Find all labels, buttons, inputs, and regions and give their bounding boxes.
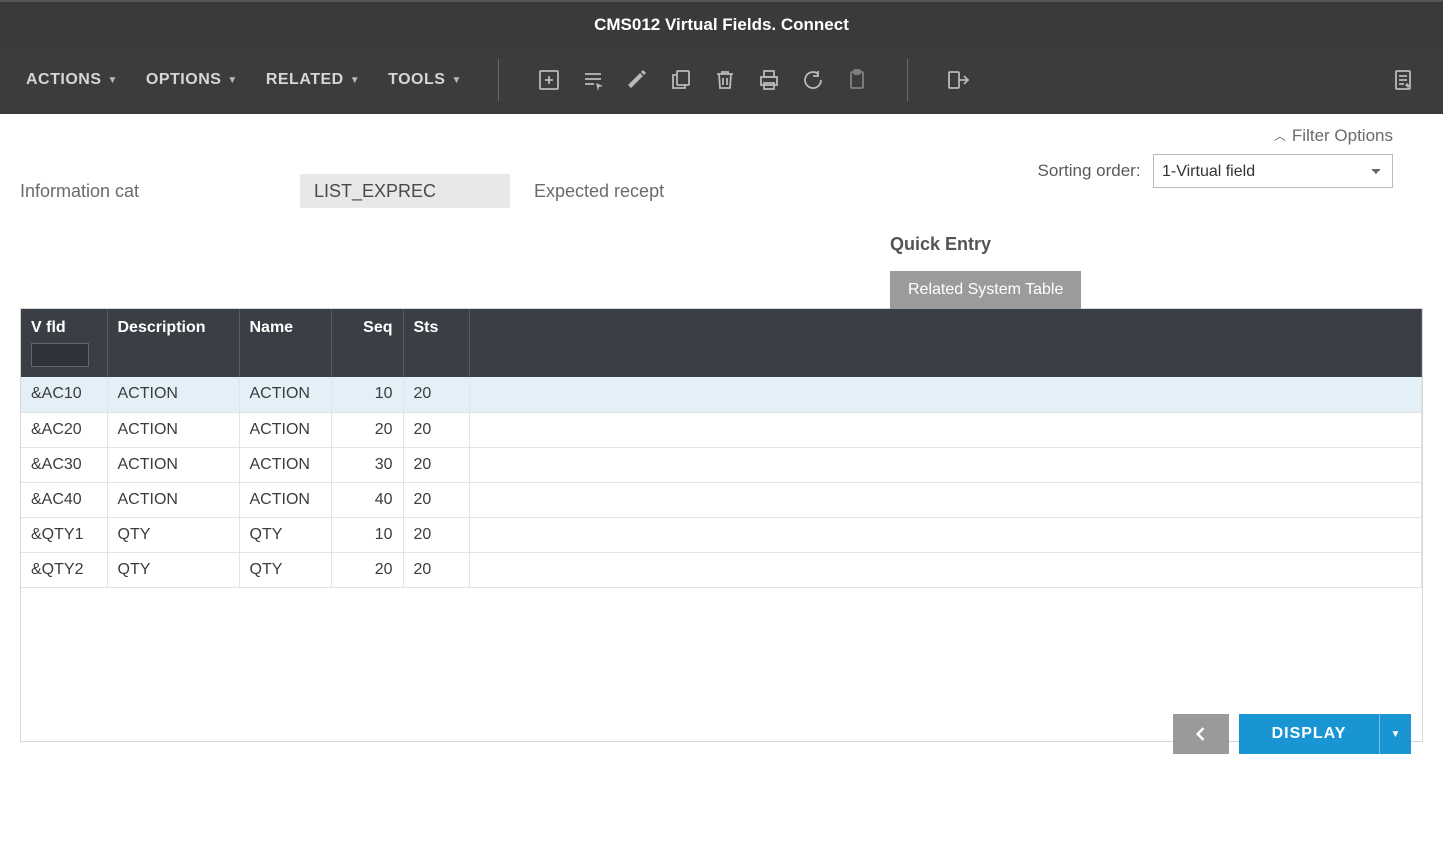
cell-vfld: &QTY2 <box>21 552 107 587</box>
toolbar-icons <box>535 66 871 94</box>
prev-button[interactable] <box>1173 714 1229 754</box>
cell-vfld: &AC20 <box>21 412 107 447</box>
menu-actions[interactable]: ACTIONS▼ <box>26 71 118 89</box>
col-header-vfld[interactable]: V fld <box>21 309 107 377</box>
caret-down-icon: ▼ <box>350 75 360 86</box>
cell-rest <box>469 447 1422 482</box>
toolbar-icons-2 <box>944 66 972 94</box>
filter-input-vfld[interactable] <box>31 343 89 367</box>
cell-vfld: &AC40 <box>21 482 107 517</box>
table-row[interactable]: &AC30ACTIONACTION3020 <box>21 447 1422 482</box>
logout-icon[interactable] <box>944 66 972 94</box>
table-row[interactable]: &AC40ACTIONACTION4020 <box>21 482 1422 517</box>
col-header-desc[interactable]: Description <box>107 309 239 377</box>
information-cat-label: Information cat <box>20 181 280 202</box>
caret-down-icon: ▼ <box>227 75 237 86</box>
cell-sts: 20 <box>403 447 469 482</box>
chevron-left-icon <box>1191 724 1211 744</box>
content-area: ︿Filter Options Sorting order: 1-Virtual… <box>0 114 1443 754</box>
cell-sts: 20 <box>403 517 469 552</box>
cell-desc: QTY <box>107 517 239 552</box>
display-dropdown-button[interactable]: ▼ <box>1379 714 1411 754</box>
col-header-name[interactable]: Name <box>239 309 331 377</box>
cell-desc: QTY <box>107 552 239 587</box>
window-title: CMS012 Virtual Fields. Connect <box>594 15 849 34</box>
col-header-sts[interactable]: Sts <box>403 309 469 377</box>
sorting-order-select[interactable]: 1-Virtual field <box>1153 154 1393 188</box>
cell-seq: 10 <box>331 377 403 412</box>
sorting-order-label: Sorting order: <box>1038 161 1141 180</box>
table-row[interactable]: &QTY2QTYQTY2020 <box>21 552 1422 587</box>
menu-options[interactable]: OPTIONS▼ <box>146 71 238 89</box>
table-row[interactable]: &AC20ACTIONACTION2020 <box>21 412 1422 447</box>
cell-name: ACTION <box>239 447 331 482</box>
quick-entry-block: Quick Entry Related System Table <box>890 234 1081 309</box>
print-icon[interactable] <box>755 66 783 94</box>
cell-name: QTY <box>239 517 331 552</box>
cell-rest <box>469 552 1422 587</box>
display-button[interactable]: DISPLAY <box>1239 714 1379 754</box>
cell-seq: 30 <box>331 447 403 482</box>
cell-sts: 20 <box>403 412 469 447</box>
information-cat-desc: Expected recept <box>534 181 664 202</box>
note-icon[interactable] <box>1389 66 1417 94</box>
toolbar-divider <box>498 59 499 101</box>
cell-sts: 20 <box>403 377 469 412</box>
data-table: V fld Description Name Seq Sts &AC10ACTI… <box>21 309 1422 588</box>
copy-icon[interactable] <box>667 66 695 94</box>
clipboard-icon <box>843 66 871 94</box>
cell-rest <box>469 517 1422 552</box>
cell-desc: ACTION <box>107 377 239 412</box>
edit-icon[interactable] <box>623 66 651 94</box>
related-system-table-button[interactable]: Related System Table <box>890 271 1081 309</box>
select-icon[interactable] <box>579 66 607 94</box>
cell-vfld: &AC30 <box>21 447 107 482</box>
cell-rest <box>469 412 1422 447</box>
cell-sts: 20 <box>403 482 469 517</box>
cell-rest <box>469 482 1422 517</box>
cell-desc: ACTION <box>107 412 239 447</box>
quick-entry-title: Quick Entry <box>890 234 1081 255</box>
caret-down-icon: ▼ <box>1391 729 1401 740</box>
table-row[interactable]: &QTY1QTYQTY1020 <box>21 517 1422 552</box>
filter-options-toggle[interactable]: ︿Filter Options <box>20 114 1423 150</box>
information-cat-value: LIST_EXPREC <box>300 174 510 208</box>
cell-desc: ACTION <box>107 482 239 517</box>
cell-name: ACTION <box>239 412 331 447</box>
cell-name: ACTION <box>239 482 331 517</box>
footer-buttons: DISPLAY ▼ <box>1173 714 1411 754</box>
cell-seq: 20 <box>331 552 403 587</box>
table-row[interactable]: &AC10ACTIONACTION1020 <box>21 377 1422 412</box>
cell-desc: ACTION <box>107 447 239 482</box>
menu-bar: ACTIONS▼ OPTIONS▼ RELATED▼ TOOLS▼ <box>0 46 1443 114</box>
toolbar-divider <box>907 59 908 101</box>
cell-rest <box>469 377 1422 412</box>
delete-icon[interactable] <box>711 66 739 94</box>
menu-group-text: ACTIONS▼ OPTIONS▼ RELATED▼ TOOLS▼ <box>26 71 462 89</box>
caret-down-icon: ▼ <box>108 75 118 86</box>
title-bar: CMS012 Virtual Fields. Connect <box>0 0 1443 46</box>
refresh-icon[interactable] <box>799 66 827 94</box>
cell-seq: 20 <box>331 412 403 447</box>
cell-seq: 10 <box>331 517 403 552</box>
col-header-rest <box>469 309 1422 377</box>
cell-vfld: &QTY1 <box>21 517 107 552</box>
cell-vfld: &AC10 <box>21 377 107 412</box>
col-header-seq[interactable]: Seq <box>331 309 403 377</box>
data-table-wrap: V fld Description Name Seq Sts &AC10ACTI… <box>20 308 1423 742</box>
cell-name: QTY <box>239 552 331 587</box>
cell-sts: 20 <box>403 552 469 587</box>
caret-down-icon: ▼ <box>451 75 461 86</box>
menu-tools[interactable]: TOOLS▼ <box>388 71 462 89</box>
add-icon[interactable] <box>535 66 563 94</box>
menu-related[interactable]: RELATED▼ <box>266 71 360 89</box>
chevron-up-icon: ︿ <box>1274 129 1286 143</box>
cell-name: ACTION <box>239 377 331 412</box>
cell-seq: 40 <box>331 482 403 517</box>
table-body: &AC10ACTIONACTION1020&AC20ACTIONACTION20… <box>21 377 1422 587</box>
